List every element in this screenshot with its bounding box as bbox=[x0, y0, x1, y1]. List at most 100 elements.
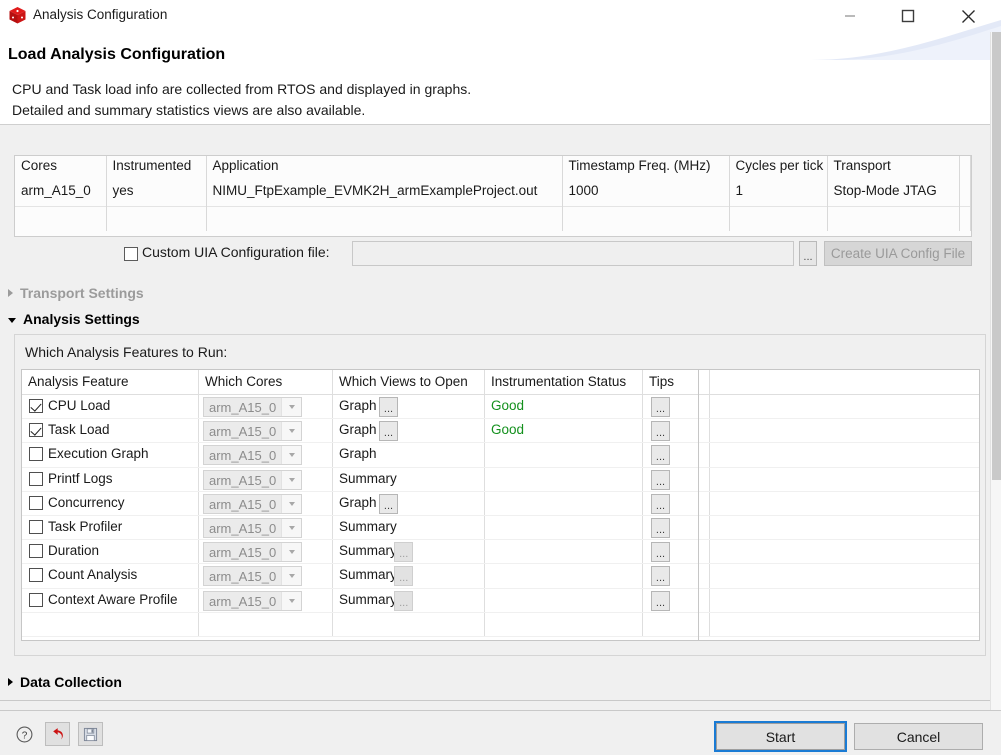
tips-button[interactable]: ... bbox=[651, 517, 670, 538]
feature-checkbox[interactable] bbox=[29, 568, 43, 583]
tips-button[interactable]: ... bbox=[651, 542, 670, 563]
custom-uia-file-input[interactable] bbox=[352, 241, 794, 266]
info-cell[interactable]: 1000 bbox=[562, 181, 730, 206]
floppy-disk-icon bbox=[83, 727, 98, 741]
custom-uia-checkbox[interactable] bbox=[124, 247, 138, 261]
feature-checkbox[interactable] bbox=[29, 519, 43, 534]
revert-button[interactable] bbox=[45, 722, 70, 746]
feature-checkbox[interactable] bbox=[29, 423, 43, 438]
vertical-scrollbar-thumb[interactable] bbox=[992, 32, 1001, 480]
cancel-button[interactable]: Cancel bbox=[854, 723, 983, 750]
col-header-which-views: Which Views to Open bbox=[339, 374, 468, 389]
which-view-value[interactable]: Summary bbox=[339, 543, 397, 558]
feature-label: Execution Graph bbox=[48, 446, 149, 462]
info-cell[interactable] bbox=[959, 181, 971, 206]
analysis-header-row: Analysis Feature Which Cores Which Views t… bbox=[22, 370, 698, 395]
info-cell-empty bbox=[959, 205, 971, 231]
vertical-scrollbar[interactable] bbox=[990, 32, 1001, 710]
section-transport-settings[interactable]: Transport Settings bbox=[8, 285, 144, 301]
which-cores-value: arm_A15_0 bbox=[209, 448, 277, 464]
feature-checkbox[interactable] bbox=[29, 544, 43, 559]
which-cores-dropdown[interactable]: arm_A15_0 bbox=[203, 421, 302, 442]
info-cell[interactable]: arm_A15_0 bbox=[15, 181, 107, 206]
maximize-button[interactable] bbox=[885, 0, 931, 32]
which-cores-dropdown[interactable]: arm_A15_0 bbox=[203, 517, 302, 538]
info-cell[interactable]: yes bbox=[106, 181, 207, 206]
section-data-collection[interactable]: Data Collection bbox=[8, 674, 122, 690]
feature-label: Context Aware Profile bbox=[48, 591, 178, 607]
extra-column-cell bbox=[699, 395, 979, 420]
feature-checkbox[interactable] bbox=[29, 471, 43, 486]
tips-button[interactable]: ... bbox=[651, 469, 670, 490]
which-view-more-button[interactable]: ... bbox=[379, 421, 398, 442]
page-description-line-1: CPU and Task load info are collected fro… bbox=[12, 81, 472, 97]
which-view-value[interactable]: Graph bbox=[339, 422, 377, 437]
table-row: Duration arm_A15_0 Summary...... bbox=[22, 540, 698, 565]
which-view-value[interactable]: Graph bbox=[339, 495, 377, 510]
section-analysis-settings[interactable]: Analysis Settings bbox=[8, 311, 140, 327]
feature-checkbox[interactable] bbox=[29, 592, 43, 607]
feature-checkbox[interactable] bbox=[29, 399, 43, 413]
info-col-header: Cores bbox=[15, 156, 107, 181]
which-view-more-button[interactable]: ... bbox=[379, 493, 398, 514]
extra-column-header bbox=[699, 370, 979, 395]
info-cell[interactable]: NIMU_FtpExample_EVMK2H_armExampleProject… bbox=[206, 181, 563, 206]
chevron-right-icon bbox=[8, 289, 13, 297]
tips-button[interactable]: ... bbox=[651, 421, 670, 442]
minimize-icon bbox=[845, 15, 855, 17]
feature-label: Task Profiler bbox=[48, 518, 123, 534]
question-mark-icon: ? bbox=[16, 726, 33, 742]
which-view-more-button[interactable]: ... bbox=[394, 542, 414, 563]
which-view-value[interactable]: Graph bbox=[339, 446, 377, 461]
which-view-value[interactable]: Summary bbox=[339, 592, 397, 607]
close-button[interactable] bbox=[945, 0, 991, 32]
info-col-header: Instrumented bbox=[106, 156, 207, 181]
page-description-line-2: Detailed and summary statistics views ar… bbox=[12, 102, 366, 118]
minimize-button[interactable] bbox=[827, 0, 873, 32]
which-cores-dropdown[interactable]: arm_A15_0 bbox=[203, 445, 302, 466]
which-view-value[interactable]: Graph bbox=[339, 398, 377, 413]
custom-uia-row: Custom UIA Configuration file: ... Creat… bbox=[0, 241, 990, 269]
table-row: arm_A15_0 yes NIMU_FtpExample_EVMK2H_armEx… bbox=[15, 181, 971, 206]
chevron-down-icon bbox=[281, 446, 301, 465]
which-cores-value: arm_A15_0 bbox=[209, 424, 277, 440]
which-cores-dropdown[interactable]: arm_A15_0 bbox=[203, 590, 302, 611]
table-blank-row bbox=[22, 612, 698, 637]
which-cores-dropdown[interactable]: arm_A15_0 bbox=[203, 469, 302, 490]
which-cores-dropdown[interactable]: arm_A15_0 bbox=[203, 493, 302, 514]
dialog-button-bar: ? bbox=[0, 710, 1001, 755]
instrumentation-status-value: Good bbox=[491, 398, 525, 413]
extra-column-cell bbox=[699, 515, 979, 541]
which-cores-dropdown[interactable]: arm_A15_0 bbox=[203, 566, 302, 587]
extra-column-cell bbox=[699, 564, 979, 589]
info-cell[interactable]: 1 bbox=[729, 181, 828, 206]
which-view-more-button[interactable]: ... bbox=[394, 566, 414, 587]
custom-uia-browse-button[interactable]: ... bbox=[799, 241, 817, 266]
tips-button[interactable]: ... bbox=[651, 397, 670, 417]
tips-button[interactable]: ... bbox=[651, 445, 670, 466]
feature-label: CPU Load bbox=[48, 398, 111, 413]
tips-button[interactable]: ... bbox=[651, 590, 670, 611]
which-view-value[interactable]: Summary bbox=[339, 471, 397, 486]
create-uia-config-file-button[interactable]: Create UIA Config File bbox=[824, 241, 972, 266]
feature-label: Printf Logs bbox=[48, 470, 113, 486]
feature-checkbox[interactable] bbox=[29, 447, 43, 462]
which-cores-dropdown[interactable]: arm_A15_0 bbox=[203, 542, 302, 563]
chevron-down-icon bbox=[281, 494, 301, 513]
page-title: Load Analysis Configuration bbox=[8, 46, 226, 63]
start-button[interactable]: Start bbox=[714, 721, 847, 752]
save-button[interactable] bbox=[78, 722, 103, 746]
tips-button[interactable]: ... bbox=[651, 566, 670, 587]
info-cell[interactable]: Stop-Mode JTAG bbox=[827, 181, 960, 206]
which-cores-dropdown[interactable]: arm_A15_0 bbox=[203, 397, 302, 417]
which-view-value[interactable]: Summary bbox=[339, 567, 397, 582]
help-button[interactable]: ? bbox=[12, 722, 37, 746]
info-cell-empty bbox=[106, 205, 207, 231]
which-view-more-button[interactable]: ... bbox=[394, 590, 414, 611]
which-view-more-button[interactable]: ... bbox=[379, 397, 398, 417]
tips-button[interactable]: ... bbox=[651, 493, 670, 514]
feature-checkbox[interactable] bbox=[29, 495, 43, 510]
which-view-value[interactable]: Summary bbox=[339, 519, 397, 534]
info-col-header: Transport bbox=[827, 156, 960, 181]
col-header-which-cores: Which Cores bbox=[205, 374, 283, 389]
